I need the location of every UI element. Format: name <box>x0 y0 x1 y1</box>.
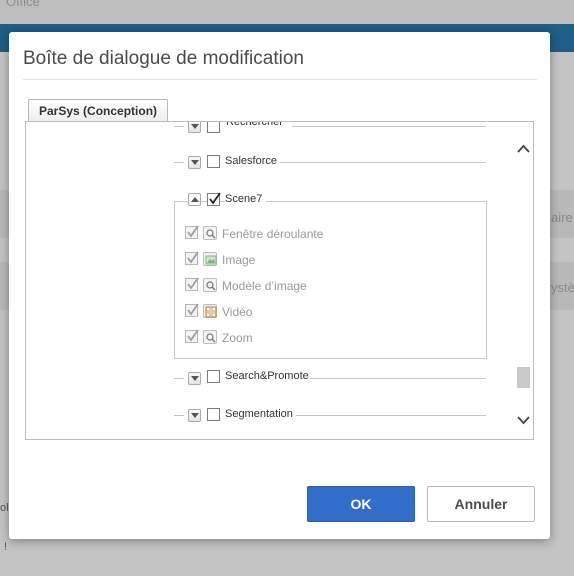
dialog-title: Boîte de dialogue de modification <box>23 48 304 69</box>
background-left-text: ! <box>4 541 8 553</box>
tree-label-zoom: Zoom <box>222 331 253 345</box>
magnifier-icon <box>203 330 217 344</box>
tree-label-salesforce: Salesforce <box>225 155 277 167</box>
checkbox-salesforce[interactable] <box>207 155 220 168</box>
tree-connector <box>280 162 486 163</box>
vertical-scrollbar[interactable] <box>514 122 533 439</box>
magnifier-icon <box>203 226 217 240</box>
checkbox-searchpromote[interactable] <box>207 370 220 383</box>
checkbox-zoom[interactable] <box>185 329 199 343</box>
expand-toggle-rechercher[interactable] <box>188 122 201 133</box>
background-topbar: Office <box>0 0 574 24</box>
tree-connector <box>296 415 486 416</box>
expand-toggle-salesforce[interactable] <box>188 156 201 169</box>
expand-toggle-searchpromote[interactable] <box>188 372 201 385</box>
film-icon <box>203 304 217 318</box>
cancel-button[interactable]: Annuler <box>427 486 535 522</box>
checkbox-modele-image[interactable] <box>185 277 199 291</box>
scroll-up-arrow-icon[interactable] <box>517 140 530 158</box>
tree-label-searchpromote: Search&Promote <box>225 370 309 382</box>
background-left-text: ol <box>0 502 9 514</box>
checkbox-scene7[interactable] <box>207 192 221 206</box>
tab-parsys-conception[interactable]: ParSys (Conception) <box>28 99 169 122</box>
tree-label-image: Image <box>222 253 256 267</box>
scroll-down-arrow-icon[interactable] <box>517 412 530 430</box>
checkbox-rechercher[interactable] <box>207 122 220 133</box>
magnifier-icon <box>203 278 217 292</box>
checkbox-video[interactable] <box>185 303 199 317</box>
tree-label-modele-image: Modèle d’image <box>222 279 307 293</box>
expand-toggle-segmentation[interactable] <box>188 409 201 422</box>
tree-connector <box>174 126 184 127</box>
collapse-toggle-scene7[interactable] <box>188 193 201 206</box>
edit-dialog: Boîte de dialogue de modification ParSys… <box>9 32 550 539</box>
scrollbar-thumb[interactable] <box>517 367 530 388</box>
checkbox-image[interactable] <box>185 251 199 265</box>
component-tree-panel: Rechercher Salesforce Scene7 Fenêtre dér… <box>25 121 534 440</box>
tree-label-scene7: Scene7 <box>225 193 267 206</box>
tree-connector <box>174 378 184 379</box>
tree-connector <box>292 126 486 127</box>
tree-label-video: Vidéo <box>222 305 253 319</box>
image-icon <box>203 252 217 266</box>
tree-label-rechercher: Rechercher <box>226 121 283 128</box>
title-divider <box>23 79 537 80</box>
background-right-text: aire y <box>551 210 574 225</box>
background-right-text: ystè <box>551 280 574 295</box>
tree-label-fenetre-deroulante: Fenêtre déroulante <box>222 227 324 241</box>
scene7-group-box <box>174 201 487 359</box>
tree-connector <box>310 378 486 379</box>
tree-connector <box>174 415 184 416</box>
background-top-text: Office <box>6 0 40 9</box>
ok-button[interactable]: OK <box>307 486 415 522</box>
tree-connector <box>174 162 184 163</box>
checkbox-segmentation[interactable] <box>207 408 220 421</box>
checkbox-fenetre-deroulante[interactable] <box>185 225 199 239</box>
tree-label-segmentation: Segmentation <box>225 408 293 420</box>
